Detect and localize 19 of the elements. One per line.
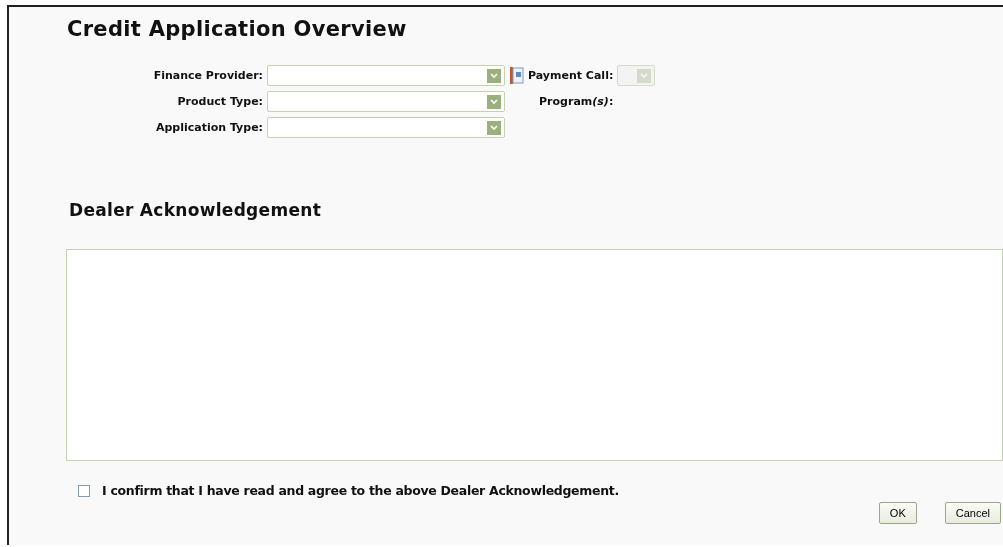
dropdown-caret-icon [487, 94, 501, 109]
field-label: Product Type: [176, 95, 263, 108]
dropdown-field[interactable] [267, 91, 505, 112]
field-label: Finance Provider: [152, 69, 263, 82]
document-icon[interactable] [510, 67, 524, 84]
dropdown-field[interactable] [267, 65, 505, 86]
cancel-button[interactable]: Cancel [944, 502, 1001, 524]
field-label: Program(s): [538, 95, 614, 108]
field-label: Application Type: [154, 121, 263, 134]
dropdown-caret-icon [637, 68, 652, 83]
dropdown-field[interactable] [267, 117, 505, 138]
dropdown-caret-icon [487, 120, 501, 135]
dropdown-caret-icon [487, 68, 501, 83]
ok-button[interactable]: OK [878, 502, 917, 524]
section-heading: Dealer Acknowledgement [68, 199, 323, 220]
checkbox[interactable] [78, 484, 90, 497]
page-title: Credit Application Overview [66, 16, 408, 41]
field-label: Payment Call: [528, 69, 614, 82]
confirm-label: I confirm that I have read and agree to the above Dealer Acknowledgement. [102, 483, 619, 498]
